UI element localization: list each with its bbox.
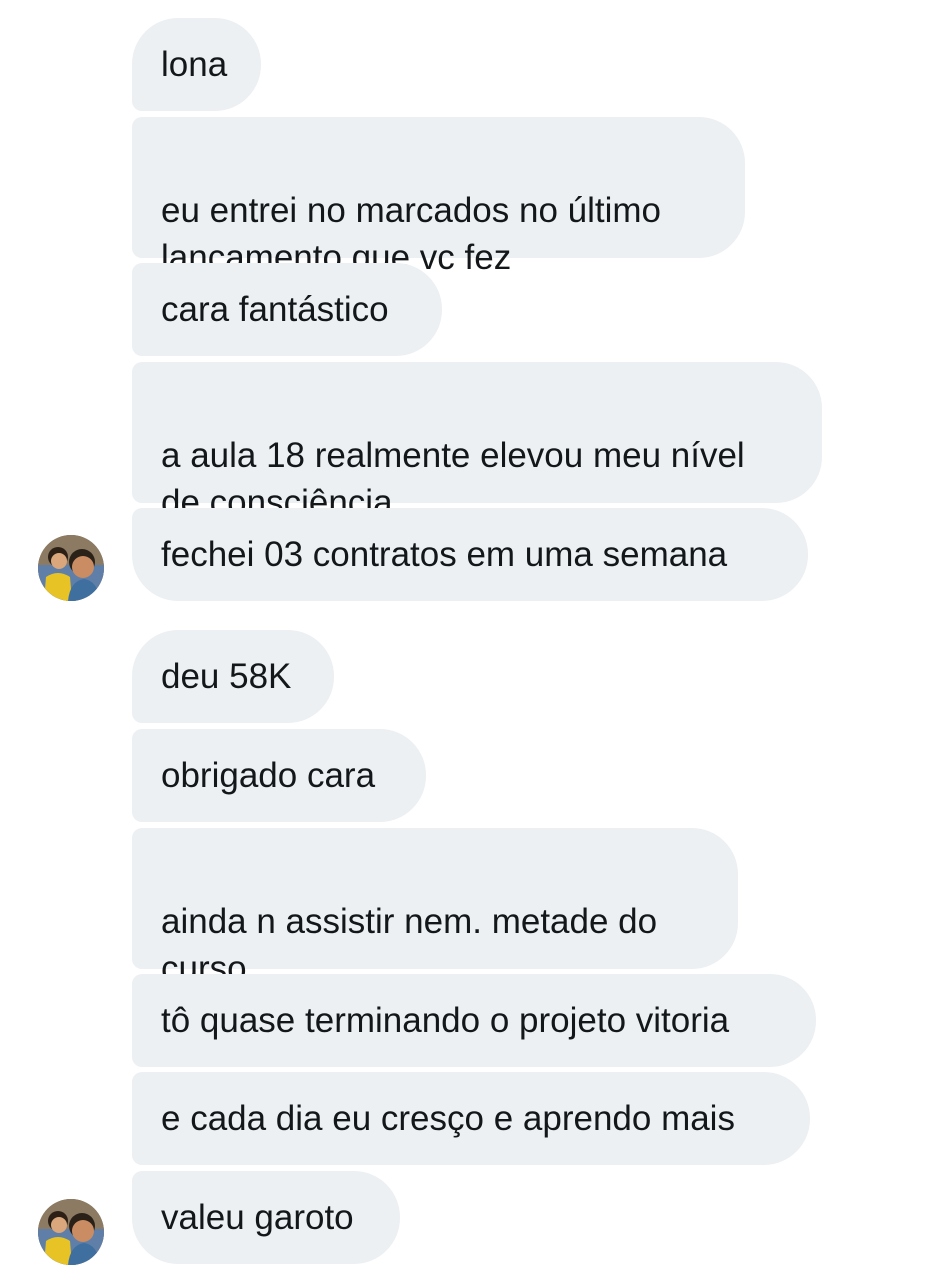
message-bubble[interactable]: ainda n assistir nem. metade do curso (132, 828, 738, 988)
message-bubble[interactable]: e cada dia eu cresço e aprendo mais (132, 1072, 810, 1165)
message-bubble[interactable]: eu entrei no marcados no último lançamen… (132, 117, 745, 277)
sender-avatar[interactable] (38, 535, 104, 601)
message-bubble[interactable]: obrigado cara (132, 729, 426, 822)
message-text: fechei 03 contratos em uma semana (161, 535, 728, 574)
message-text: tô quase terminando o projeto vitoria (161, 1001, 730, 1040)
avatar-photo-icon (38, 1199, 104, 1265)
message-text: obrigado cara (161, 756, 376, 795)
message-text: valeu garoto (161, 1198, 354, 1237)
message-bubble[interactable]: deu 58K (132, 630, 334, 723)
message-text: lona (161, 45, 228, 84)
message-bubble[interactable]: cara fantástico (132, 263, 442, 356)
message-bubble[interactable]: a aula 18 realmente elevou meu nível de … (132, 362, 822, 522)
message-text: cara fantástico (161, 290, 389, 329)
message-bubble[interactable]: lona (132, 18, 261, 111)
message-text: deu 58K (161, 657, 292, 696)
message-thread: lona eu entrei no marcados no último lan… (0, 0, 945, 1280)
message-bubble[interactable]: tô quase terminando o projeto vitoria (132, 974, 816, 1067)
message-text: e cada dia eu cresço e aprendo mais (161, 1099, 735, 1138)
avatar-photo-icon (38, 535, 104, 601)
message-bubble[interactable]: valeu garoto (132, 1171, 400, 1264)
message-bubble[interactable]: fechei 03 contratos em uma semana (132, 508, 808, 601)
sender-avatar[interactable] (38, 1199, 104, 1265)
